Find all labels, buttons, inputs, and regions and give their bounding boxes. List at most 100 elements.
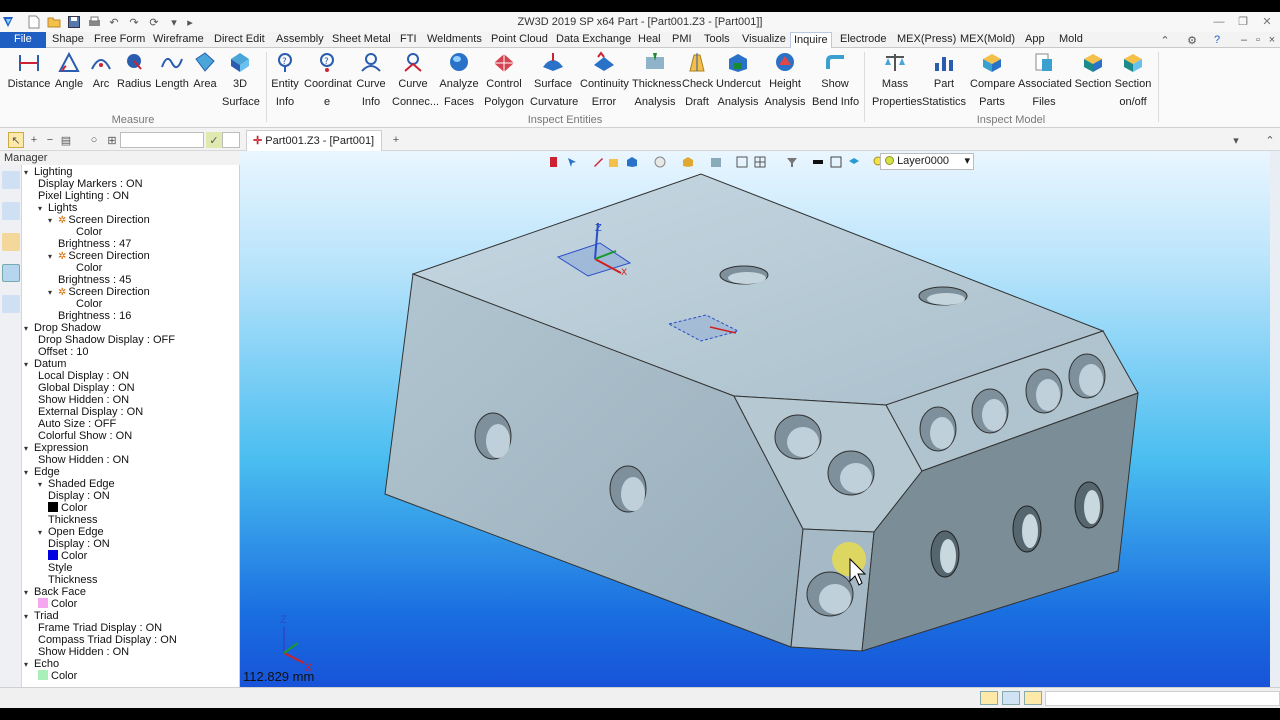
curve-info-button[interactable]: Curve Info [356,50,386,111]
visual-manager-icon[interactable] [2,264,20,282]
user-manager-icon[interactable] [2,295,20,313]
assembly-manager-icon[interactable] [2,202,20,220]
tree-row[interactable]: Frame Triad Display : ON [38,622,162,634]
tab-visualize[interactable]: Visualize [739,32,789,48]
tab-shape[interactable]: Shape [49,32,87,48]
hole[interactable] [971,388,1009,434]
compare-parts-button[interactable]: Compare Parts [970,50,1015,111]
surface-curvature-button[interactable]: Surface Curvature [530,50,578,111]
tab-free-form[interactable]: Free Form [91,32,148,48]
expand-chevron-icon[interactable]: ▾ [24,443,34,455]
filter-combo[interactable] [120,132,204,148]
hole[interactable] [1025,368,1063,414]
status-display-icon[interactable] [1002,691,1020,705]
tab-list-dropdown-icon[interactable]: ▾ [1228,132,1244,148]
tab-mold[interactable]: Mold [1056,32,1086,48]
tab-app[interactable]: App [1022,32,1048,48]
tree-row[interactable]: ▾ Expression [24,442,88,454]
tree-row[interactable]: Local Display : ON [38,370,129,382]
tree-row[interactable]: Brightness : 45 [58,274,131,286]
expand-chevron-icon[interactable]: ▾ [24,323,34,335]
tree-row[interactable]: ▾ Open Edge [38,526,104,538]
tree-row[interactable]: Show Hidden : ON [38,394,129,406]
color-swatch[interactable] [48,550,58,560]
tab-weldments[interactable]: Weldments [424,32,485,48]
expand-chevron-icon[interactable]: ▾ [48,251,58,263]
hole[interactable] [1012,505,1042,553]
part-manager-icon[interactable] [2,233,20,251]
hole[interactable] [1074,481,1104,529]
hole[interactable] [918,286,968,306]
tree-row[interactable]: Auto Size : OFF [38,418,116,430]
control-polygon-button[interactable]: Control Polygon [484,50,524,111]
tree-row[interactable]: Drop Shadow Display : OFF [38,334,175,346]
hole[interactable] [719,265,769,285]
tab-mex-mold[interactable]: MEX(Mold) [957,32,1018,48]
tree-row[interactable]: Color [76,298,102,310]
tree-row[interactable]: ▾ Lighting [24,166,73,178]
hole[interactable] [609,465,647,513]
tab-direct-edit[interactable]: Direct Edit [211,32,268,48]
height-analysis-button[interactable]: Height Analysis [764,50,806,111]
tree-row[interactable]: ▾ Triad [24,610,59,622]
tree-row[interactable]: Color [38,598,77,610]
tab-tools[interactable]: Tools [701,32,733,48]
expand-chevron-icon[interactable]: ▾ [38,479,48,491]
entity-info-button[interactable]: ? Entity Info [270,50,300,111]
tree-row[interactable]: Color [38,670,77,682]
section-button[interactable]: Section [1074,50,1112,93]
expand-chevron-icon[interactable]: ▾ [24,659,34,671]
tree-row[interactable]: Color [76,262,102,274]
restore-icon[interactable]: ❐ [1232,14,1254,30]
area-button[interactable]: Area [192,50,218,93]
tree-row[interactable]: ▾ Datum [24,358,66,370]
collapse-ribbon-icon[interactable]: ⌃ [1157,32,1173,48]
tree-row[interactable]: Offset : 10 [38,346,89,358]
length-button[interactable]: Length [155,50,189,93]
curve-connectivity-button[interactable]: Curve Connec... [392,50,439,111]
select-mode-icon[interactable]: ⊞ [104,132,120,148]
tree-row[interactable]: Color [76,226,102,238]
expand-chevron-icon[interactable]: ▾ [48,215,58,227]
graphics-viewport[interactable]: Layer0000 ▾ Z X Z X 112.829 mm [240,151,1280,687]
tree-row[interactable]: ▾ Shaded Edge [38,478,115,490]
tree-row[interactable]: Style [48,562,72,574]
tab-point-cloud[interactable]: Point Cloud [488,32,551,48]
tree-row[interactable]: ▾ Edge [24,466,60,478]
tree-row[interactable]: Thickness [48,514,98,526]
tree-row[interactable]: ▾ Drop Shadow [24,322,101,334]
tree-row[interactable]: Compass Triad Display : ON [38,634,177,646]
close-icon[interactable]: ✕ [1256,14,1278,30]
tree-row[interactable]: ▾ ✲ Screen Direction [48,286,150,298]
expand-chevron-icon[interactable]: ▾ [24,359,34,371]
tab-electrode[interactable]: Electrode [837,32,889,48]
expand-chevron-icon[interactable]: ▾ [48,287,58,299]
tree-row[interactable]: Show Hidden : ON [38,454,129,466]
hole[interactable] [806,571,854,617]
expand-chevron-icon[interactable]: ▾ [24,467,34,479]
tab-heal[interactable]: Heal [635,32,664,48]
expand-chevron-icon[interactable]: ▾ [24,587,34,599]
status-window-icon[interactable] [1024,691,1042,705]
history-manager-icon[interactable] [2,171,20,189]
hole[interactable] [1068,353,1106,399]
show-bend-info-button[interactable]: Show Bend Info [812,50,859,111]
arc-button[interactable]: Arc [88,50,114,93]
tree-row[interactable]: Color [48,550,87,562]
viewport-scrollbar[interactable] [1270,151,1280,687]
tree-row[interactable]: ▾ Lights [38,202,77,214]
extra-combo[interactable] [222,132,240,148]
angle-button[interactable]: Angle [54,50,84,93]
associated-files-button[interactable]: Associated Files [1018,50,1072,111]
hole[interactable] [827,450,875,496]
expand-chevron-icon[interactable]: ▾ [38,203,48,215]
hole[interactable] [474,412,512,460]
tab-sheet-metal[interactable]: Sheet Metal [329,32,394,48]
hole[interactable] [930,530,960,578]
undercut-analysis-button[interactable]: Undercut Analysis [716,50,761,111]
tree-row[interactable]: Display : ON [48,538,110,550]
tab-inquire[interactable]: Inquire [790,32,832,49]
document-tab[interactable]: ✛ Part001.Z3 - [Part001] ⊗ [246,130,382,167]
doc-close-icon[interactable]: × [1264,32,1280,48]
tree-row[interactable]: ▾ ✲ Screen Direction [48,214,150,226]
